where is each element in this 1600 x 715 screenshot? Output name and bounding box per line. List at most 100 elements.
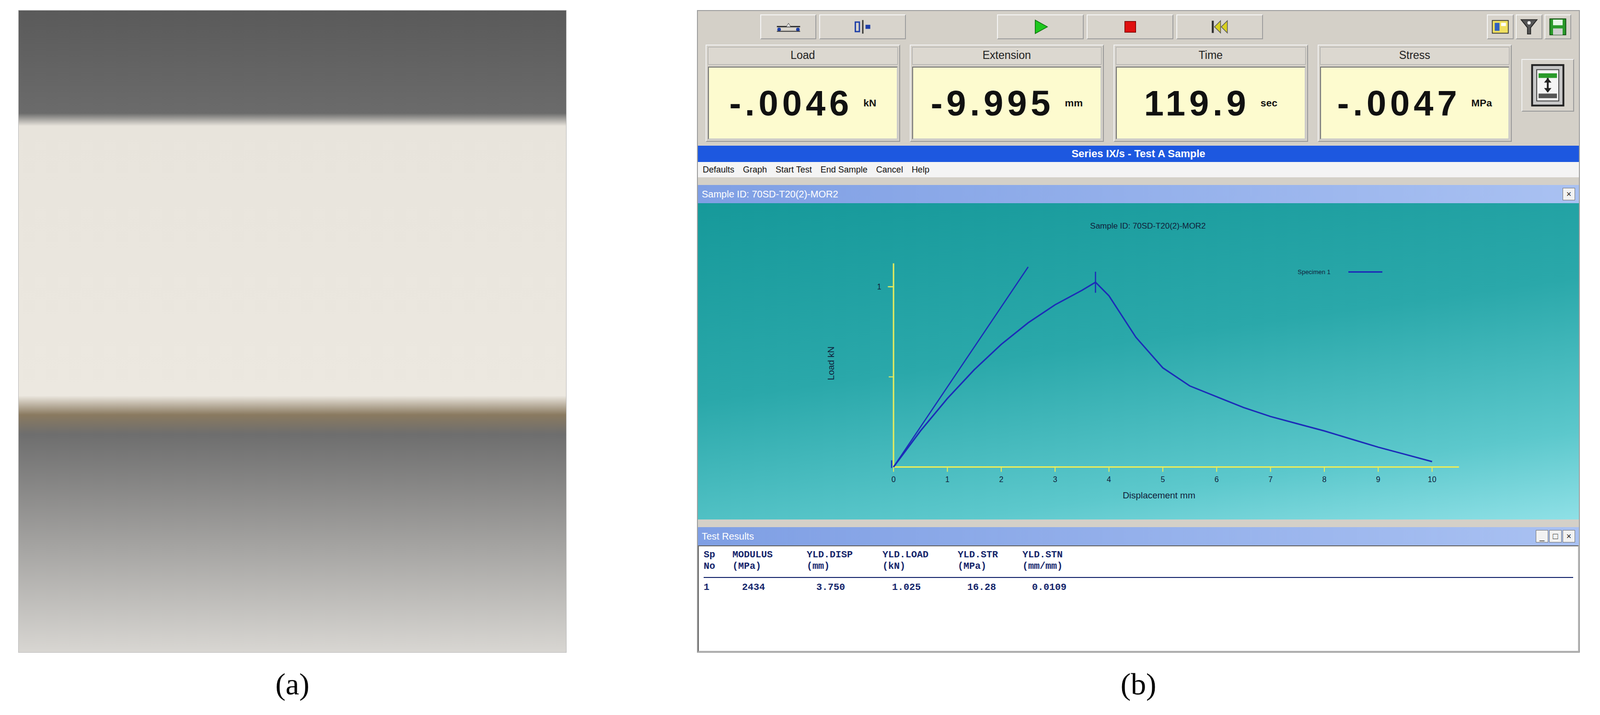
start-marker [891,460,893,469]
x-tick: 10 [1427,467,1437,485]
readout-label: Load [707,46,898,65]
column-header: YLD.DISP(mm) [806,549,883,573]
x-tick: 8 [1322,467,1327,485]
svg-text:4: 4 [1106,475,1112,484]
menu-item[interactable]: Defaults [702,164,735,175]
svg-text:0: 0 [891,475,896,484]
software-window: Load-.0046kNExtension-9.995mmTime119.9se… [696,10,1580,653]
table-cell: 1.025 [882,581,958,593]
readout-unit: sec [1260,97,1278,109]
window-control[interactable]: □ [1549,530,1562,543]
close-button[interactable]: × [1562,187,1576,201]
svg-text:6: 6 [1214,475,1219,484]
y-minor-tick [888,376,894,378]
menu-item[interactable]: Cancel [876,164,904,175]
panel-label: (b) [1120,666,1157,704]
frame-button[interactable] [1521,58,1575,112]
testing-machine-photo [18,10,567,653]
readout-label: Stress [1320,46,1510,65]
svg-text:9: 9 [1376,475,1381,484]
window-control[interactable]: × [1562,530,1576,543]
report-button[interactable] [1486,14,1514,40]
svg-text:1: 1 [945,475,950,484]
play-icon [1027,18,1055,35]
load-frame-icon [1528,62,1567,109]
chart-title: Sample ID: 70SD-T20(2)-MOR2 [1089,221,1206,231]
x-axis [893,466,1460,468]
menu-item[interactable]: Help [911,164,930,175]
x-tick: 4 [1106,467,1112,485]
readout-value-box: -.0047 MPa [1320,66,1510,140]
column-header: MODULUS(MPa) [732,549,807,573]
svg-text:1: 1 [877,282,882,291]
x-tick: 1 [945,467,950,485]
readout-unit: kN [863,97,877,109]
panel-label: (a) [275,666,310,704]
x-tick: 6 [1214,467,1219,485]
svg-text:2: 2 [998,475,1004,484]
table-row[interactable]: 124343.7501.02516.280.0109 [703,581,1574,593]
window-title-bar: Series IX/s - Test A Sample [697,145,1579,163]
svg-text:Specimen 1: Specimen 1 [1297,268,1331,276]
table-cell: 16.28 [957,581,1023,593]
readout-label: Extension [912,46,1102,65]
funnel-icon [1519,17,1539,37]
sample-title-bar: Sample ID: 70SD-T20(2)-MOR2× [697,185,1579,204]
tools-button[interactable] [1515,14,1543,40]
x-tick: 9 [1376,467,1381,485]
x-tick: 5 [1160,467,1165,485]
svg-text:10: 10 [1427,475,1437,484]
svg-text:3: 3 [1053,475,1058,484]
table-cell: 3.750 [806,581,883,593]
report-icon [1490,17,1510,37]
readout-value: -9.995 [930,82,1055,124]
rewind-icon [1206,18,1234,35]
figure: (a)Load-.0046kNExtension-9.995mmTime119.… [0,0,1600,715]
readout-unit: MPa [1471,97,1493,109]
readout-label: Time [1115,46,1306,65]
stop-button[interactable] [1086,14,1174,40]
load-displacement-chart: Sample ID: 70SD-T20(2)-MOR20123456789101… [697,203,1579,520]
column-header: YLD.LOAD(kN) [882,549,958,573]
start-button[interactable] [997,14,1084,40]
return-button[interactable] [1176,14,1264,40]
table-cell: 1 [703,581,733,593]
chart-canvas: Sample ID: 70SD-T20(2)-MOR20123456789101… [697,203,1579,520]
menu-bar: Defaults Graph Start Test End Sample Cancel H… [697,162,1579,178]
results-title-bar: Test Results _□× [697,527,1579,546]
y-axis-label: Load kN [825,346,836,381]
results-table: SpNoMODULUS(MPa)YLD.DISP(mm)YLD.LOAD(kN)… [697,545,1579,652]
results-title: Test Results [701,531,754,543]
readout-value-box: 119.9 sec [1115,66,1306,140]
readout: Stress -.0047 MPa [1317,44,1513,142]
balance-icon [775,18,802,35]
readout: Extension-9.995mm [909,44,1105,142]
y-axis [892,263,895,467]
balance-button[interactable] [760,14,817,40]
x-tick: 0 [891,467,896,485]
y-tick: 1 [877,282,894,291]
legend: Specimen 1 [1297,268,1383,276]
menu-item[interactable]: Start Test [775,164,812,175]
x-tick: 2 [998,467,1004,485]
svg-text:8: 8 [1322,475,1327,484]
zero-button[interactable] [819,14,906,40]
toolbar [697,11,1579,43]
column-header: YLD.STN(mm/mm) [1022,549,1119,573]
readout: Load -.0046 kN [705,44,901,142]
menu-item[interactable]: End Sample [820,164,868,175]
readout: Time 119.9 sec [1113,44,1309,142]
readout-value: 119.9 [1144,82,1251,124]
save-button[interactable] [1544,14,1572,40]
panel-a: (a) [18,10,567,715]
menu-item[interactable]: Graph [742,164,767,175]
window-control[interactable]: _ [1535,530,1549,543]
readout-value: -.0047 [1337,82,1461,124]
x-axis-label: Displacement mm [1122,490,1196,501]
svg-text:5: 5 [1160,475,1165,484]
readout-value: -.0046 [729,82,853,124]
column-header: YLD.STR(MPa) [957,549,1023,573]
yield-marker [1094,271,1096,293]
readout-value-box: -.0046 kN [707,66,898,140]
panel-b: Load-.0046kNExtension-9.995mmTime119.9se… [696,10,1580,715]
